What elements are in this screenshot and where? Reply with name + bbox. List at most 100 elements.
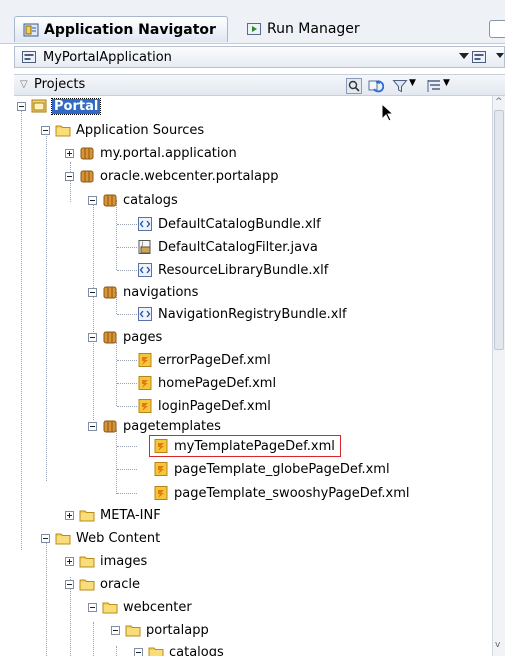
tree-node-label: portalapp xyxy=(146,622,209,638)
collapse-toggle[interactable] xyxy=(88,332,97,342)
collapse-toggle[interactable] xyxy=(134,647,143,656)
tree-node-label: myTemplatePageDef.xml xyxy=(174,438,335,454)
tree-node-pagetemplates[interactable]: pagetemplates xyxy=(88,416,221,436)
folder-icon xyxy=(79,507,95,523)
tree-node-portal[interactable]: Portal xyxy=(17,96,102,116)
tree-node-label: my.portal.application xyxy=(100,145,237,161)
package-icon xyxy=(102,192,118,208)
tree-node-navigations[interactable]: navigations xyxy=(88,282,198,302)
scrollbar-thumb[interactable] xyxy=(494,110,504,350)
collapse-toggle[interactable] xyxy=(17,101,26,111)
package-icon xyxy=(79,145,95,161)
tree-node-navigation-registry-bundle[interactable]: NavigationRegistryBundle.xlf xyxy=(137,304,347,324)
tree-node-web-content[interactable]: Web Content xyxy=(41,528,160,548)
tree-node-label: loginPageDef.xml xyxy=(158,398,271,414)
chevron-down-icon[interactable] xyxy=(459,53,469,59)
package-icon xyxy=(102,284,118,300)
collapse-toggle[interactable] xyxy=(65,171,74,181)
tree-node-webcenter[interactable]: webcenter xyxy=(88,597,192,617)
sort-dropdown-arrow-icon[interactable]: ▼ xyxy=(443,78,450,88)
tree-node-login-page-def[interactable]: loginPageDef.xml xyxy=(137,396,271,416)
tree-node-label: webcenter xyxy=(123,599,192,615)
java-file-icon xyxy=(137,239,153,255)
tree-node-error-page-def[interactable]: errorPageDef.xml xyxy=(137,350,271,370)
tree-node-label: ResourceLibraryBundle.xlf xyxy=(158,262,329,278)
application-icon xyxy=(22,51,36,63)
expand-toggle[interactable] xyxy=(65,556,74,566)
expand-toggle[interactable] xyxy=(65,148,74,158)
project-icon xyxy=(31,98,47,114)
tree-node-default-catalog-bundle[interactable]: DefaultCatalogBundle.xlf xyxy=(137,214,321,234)
tree-node-pages[interactable]: pages xyxy=(88,327,162,347)
tree-node-label: errorPageDef.xml xyxy=(158,352,271,368)
tree-node-catalogs-web[interactable]: catalogs xyxy=(134,642,224,656)
navigator-tab-bar: Application Navigator Run Manager xyxy=(0,0,505,44)
tree-node-label: catalogs xyxy=(169,644,224,656)
folder-icon xyxy=(79,576,95,592)
expand-toggle[interactable] xyxy=(65,510,74,520)
scroll-up-arrow-icon[interactable]: ^ xyxy=(495,97,503,107)
tab-application-navigator[interactable]: Application Navigator xyxy=(14,16,228,42)
chevron-down-icon[interactable] xyxy=(496,53,504,58)
tree-node-label: pageTemplate_swooshyPageDef.xml xyxy=(174,485,410,501)
tree-node-label: pages xyxy=(123,329,163,345)
collapse-toggle[interactable] xyxy=(88,287,97,297)
folder-icon xyxy=(102,599,118,615)
tree-node-my-portal-application[interactable]: my.portal.application xyxy=(65,143,237,163)
tree-node-meta-inf[interactable]: META-INF xyxy=(65,505,161,525)
refresh-icon[interactable] xyxy=(368,78,384,94)
collapse-toggle[interactable] xyxy=(41,125,50,135)
minimize-button[interactable] xyxy=(489,20,505,38)
tree-node-oracle[interactable]: oracle xyxy=(65,574,140,594)
tree-node-images[interactable]: images xyxy=(65,551,147,571)
page-definition-icon xyxy=(153,438,169,454)
collapse-toggle[interactable] xyxy=(88,195,97,205)
tree-node-label: oracle xyxy=(100,576,141,592)
filter-icon[interactable] xyxy=(392,78,408,94)
tree-node-label: pageTemplate_globePageDef.xml xyxy=(174,461,390,477)
folder-icon xyxy=(55,530,71,546)
tree-node-label: NavigationRegistryBundle.xlf xyxy=(158,306,347,322)
package-icon xyxy=(79,168,95,184)
application-menu-icon[interactable] xyxy=(471,49,487,65)
collapse-toggle[interactable] xyxy=(41,533,50,543)
tree-node-default-catalog-filter[interactable]: DefaultCatalogFilter.java xyxy=(137,237,318,257)
tab-run-manager[interactable]: Run Manager xyxy=(238,16,408,42)
folder-icon xyxy=(125,622,141,638)
projects-header[interactable]: ▽ Projects ▼ ▼ xyxy=(14,74,505,96)
xliff-file-icon xyxy=(137,216,153,232)
tree-node-home-page-def[interactable]: homePageDef.xml xyxy=(137,373,276,393)
page-definition-icon xyxy=(137,398,153,414)
collapse-toggle[interactable] xyxy=(111,625,120,635)
collapse-toggle[interactable] xyxy=(65,579,74,589)
tree-node-page-template-globe[interactable]: pageTemplate_globePageDef.xml xyxy=(153,459,390,479)
vertical-scrollbar[interactable]: ^ v xyxy=(492,96,505,656)
collapse-triangle-icon[interactable]: ▽ xyxy=(20,79,28,90)
collapse-toggle[interactable] xyxy=(88,421,97,431)
tree-node-page-template-swooshy[interactable]: pageTemplate_swooshyPageDef.xml xyxy=(153,483,410,503)
filter-dropdown-arrow-icon[interactable]: ▼ xyxy=(409,78,416,88)
tree-node-label: META-INF xyxy=(100,507,161,523)
tree-node-label: catalogs xyxy=(123,192,178,208)
tree-node-label: pagetemplates xyxy=(123,418,221,434)
tree-node-label: DefaultCatalogFilter.java xyxy=(158,239,318,255)
tab-application-navigator-label: Application Navigator xyxy=(44,21,216,38)
tab-run-manager-label: Run Manager xyxy=(267,21,360,37)
tree-node-my-template-page-def[interactable]: myTemplatePageDef.xml xyxy=(153,436,335,456)
tree-node-oracle-webcenter-portalapp[interactable]: oracle.webcenter.portalapp xyxy=(65,166,279,186)
tree-node-portalapp[interactable]: portalapp xyxy=(111,620,209,640)
tree-node-resource-library-bundle[interactable]: ResourceLibraryBundle.xlf xyxy=(137,260,328,280)
scroll-down-arrow-icon[interactable]: v xyxy=(495,640,500,650)
tree-node-label: images xyxy=(100,553,148,569)
tree-node-application-sources[interactable]: Application Sources xyxy=(41,120,204,140)
collapse-toggle[interactable] xyxy=(88,602,97,612)
page-definition-icon xyxy=(137,352,153,368)
page-definition-icon xyxy=(153,461,169,477)
tree-node-label: Web Content xyxy=(76,530,161,546)
search-icon[interactable] xyxy=(346,78,362,94)
sort-icon[interactable] xyxy=(426,78,442,94)
tree-node-catalogs[interactable]: catalogs xyxy=(88,190,178,210)
folder-icon xyxy=(148,644,164,656)
application-selector[interactable]: MyPortalApplication xyxy=(14,46,505,68)
tree-node-label: DefaultCatalogBundle.xlf xyxy=(158,216,321,232)
